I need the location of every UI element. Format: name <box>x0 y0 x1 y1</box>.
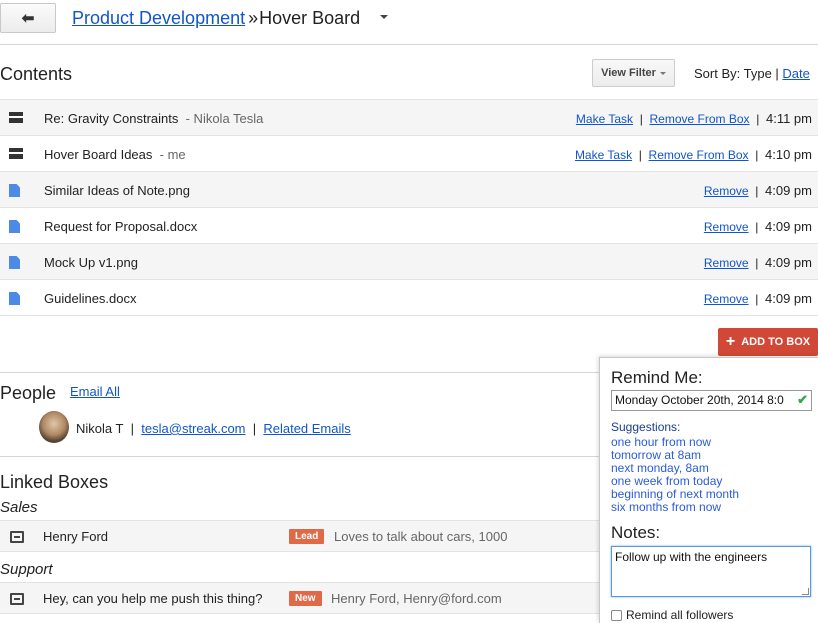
item-title: Hover Board Ideas - me <box>44 147 186 162</box>
file-icon <box>9 292 20 305</box>
notes-textarea[interactable]: Follow up with the engineers <box>611 546 811 597</box>
person-email-link[interactable]: tesla@streak.com <box>141 421 245 436</box>
item-time: 4:09 pm <box>765 255 812 270</box>
linked-box-row[interactable]: Hey, can you help me push this thing? Ne… <box>0 582 600 614</box>
list-item[interactable]: Mock Up v1.png Remove | 4:09 pm <box>0 244 818 280</box>
view-filter-label: View Filter <box>601 67 656 79</box>
linked-boxes-heading: Linked Boxes <box>0 472 109 492</box>
sort-by-date-link[interactable]: Date <box>782 66 809 81</box>
reminder-panel: Remind Me: Monday October 20th, 2014 8:0… <box>599 357 818 623</box>
linked-box-name: Henry Ford <box>43 529 109 544</box>
contents-list: Re: Gravity Constraints - Nikola Tesla M… <box>0 99 818 316</box>
remind-date-input[interactable]: Monday October 20th, 2014 8:0 ✔ <box>611 390 812 411</box>
item-actions: Remove | 4:09 pm <box>703 183 812 198</box>
remind-all-followers[interactable]: Remind all followers <box>611 608 733 622</box>
section-divider <box>0 456 600 457</box>
resize-handle-icon[interactable] <box>802 588 809 595</box>
list-item[interactable]: Guidelines.docx Remove | 4:09 pm <box>0 280 818 316</box>
item-actions: Remove | 4:09 pm <box>703 255 812 270</box>
linked-box-description: Loves to talk about cars, 1000 <box>334 529 508 544</box>
item-title-text: Hover Board Ideas <box>44 147 153 162</box>
notes-value: Follow up with the engineers <box>615 550 768 564</box>
box-menu-caret-icon[interactable] <box>380 15 388 19</box>
view-filter-button[interactable]: View Filter <box>592 59 675 87</box>
list-item[interactable]: Hover Board Ideas - me Make Task | Remov… <box>0 136 818 172</box>
breadcrumb-separator: » <box>248 8 259 28</box>
file-icon <box>9 220 20 233</box>
plus-icon: + <box>725 333 736 350</box>
person-row: Nikola T | tesla@streak.com | Related Em… <box>76 421 351 436</box>
remind-all-label: Remind all followers <box>626 608 734 622</box>
chevron-down-icon <box>659 71 666 75</box>
section-divider <box>0 372 600 373</box>
suggestion-link[interactable]: six months from now <box>611 501 739 514</box>
notes-heading: Notes: <box>611 523 661 542</box>
item-time: 4:09 pm <box>765 219 812 234</box>
remove-link[interactable]: Remove <box>704 292 749 306</box>
contents-heading: Contents <box>0 64 73 84</box>
envelope-icon <box>9 112 23 123</box>
breadcrumb: Product Development »Hover Board <box>72 8 360 29</box>
remove-link[interactable]: Remove <box>704 256 749 270</box>
item-title-text: Re: Gravity Constraints <box>44 111 179 126</box>
item-time: 4:11 pm <box>765 111 812 126</box>
file-icon <box>9 184 20 197</box>
add-to-box-label: ADD TO BOX <box>741 336 811 348</box>
item-title: Guidelines.docx <box>44 291 137 306</box>
suggestions-list: one hour from now tomorrow at 8am next m… <box>611 436 739 514</box>
checkmark-icon: ✔ <box>797 392 808 407</box>
item-sender: - me <box>159 147 186 162</box>
person-name: Nikola T <box>76 421 124 436</box>
stage-badge: New <box>289 591 322 606</box>
back-button[interactable]: ⬅ <box>0 3 56 33</box>
file-icon <box>9 256 20 269</box>
item-title: Mock Up v1.png <box>44 255 138 270</box>
remove-from-box-link[interactable]: Remove From Box <box>649 148 749 162</box>
box-icon <box>10 531 24 543</box>
add-to-box-button[interactable]: + ADD TO BOX <box>718 328 818 356</box>
list-item[interactable]: Similar Ideas of Note.png Remove | 4:09 … <box>0 172 818 208</box>
remove-link[interactable]: Remove <box>704 220 749 234</box>
linked-box-description: Henry Ford, Henry@ford.com <box>331 591 502 606</box>
item-title: Re: Gravity Constraints - Nikola Tesla <box>44 111 263 126</box>
item-sender: - Nikola Tesla <box>185 111 264 126</box>
back-arrow-icon: ⬅ <box>21 10 35 27</box>
sort-by-label: Sort By: Type | <box>694 66 779 81</box>
breadcrumb-pipeline-link[interactable]: Product Development <box>72 8 245 28</box>
item-time: 4:09 pm <box>765 183 812 198</box>
make-task-link[interactable]: Make Task <box>576 112 633 126</box>
list-item[interactable]: Request for Proposal.docx Remove | 4:09 … <box>0 208 818 244</box>
suggestions-label: Suggestions: <box>611 420 681 434</box>
box-icon <box>10 593 24 605</box>
box-header: ⬅ Product Development »Hover Board <box>0 0 818 45</box>
remind-date-value: Monday October 20th, 2014 8:0 <box>615 393 784 407</box>
item-time: 4:09 pm <box>765 291 812 306</box>
item-actions: Remove | 4:09 pm <box>703 291 812 306</box>
item-time: 4:10 pm <box>765 147 812 162</box>
remove-link[interactable]: Remove <box>704 184 749 198</box>
avatar <box>39 411 69 443</box>
group-label-sales: Sales <box>0 499 38 516</box>
linked-box-name: Hey, can you help me push this thing? <box>43 591 263 606</box>
sort-by-control: Sort By: Type | Date <box>694 66 810 81</box>
item-actions: Make Task | Remove From Box | 4:11 pm <box>575 111 812 126</box>
email-all-link[interactable]: Email All <box>70 384 120 399</box>
people-heading: People <box>0 383 57 403</box>
remind-me-heading: Remind Me: <box>611 368 703 387</box>
envelope-icon <box>9 148 23 159</box>
related-emails-link[interactable]: Related Emails <box>263 421 350 436</box>
remind-all-checkbox[interactable] <box>611 609 622 621</box>
item-actions: Make Task | Remove From Box | 4:10 pm <box>574 147 812 162</box>
stage-badge: Lead <box>289 529 325 544</box>
remove-from-box-link[interactable]: Remove From Box <box>650 112 750 126</box>
group-label-support: Support <box>0 561 53 578</box>
list-item[interactable]: Re: Gravity Constraints - Nikola Tesla M… <box>0 100 818 136</box>
item-title: Similar Ideas of Note.png <box>44 183 190 198</box>
linked-box-row[interactable]: Henry Ford Lead Loves to talk about cars… <box>0 520 600 552</box>
item-title: Request for Proposal.docx <box>44 219 198 234</box>
item-actions: Remove | 4:09 pm <box>703 219 812 234</box>
box-title: Hover Board <box>259 8 361 28</box>
make-task-link[interactable]: Make Task <box>575 148 632 162</box>
